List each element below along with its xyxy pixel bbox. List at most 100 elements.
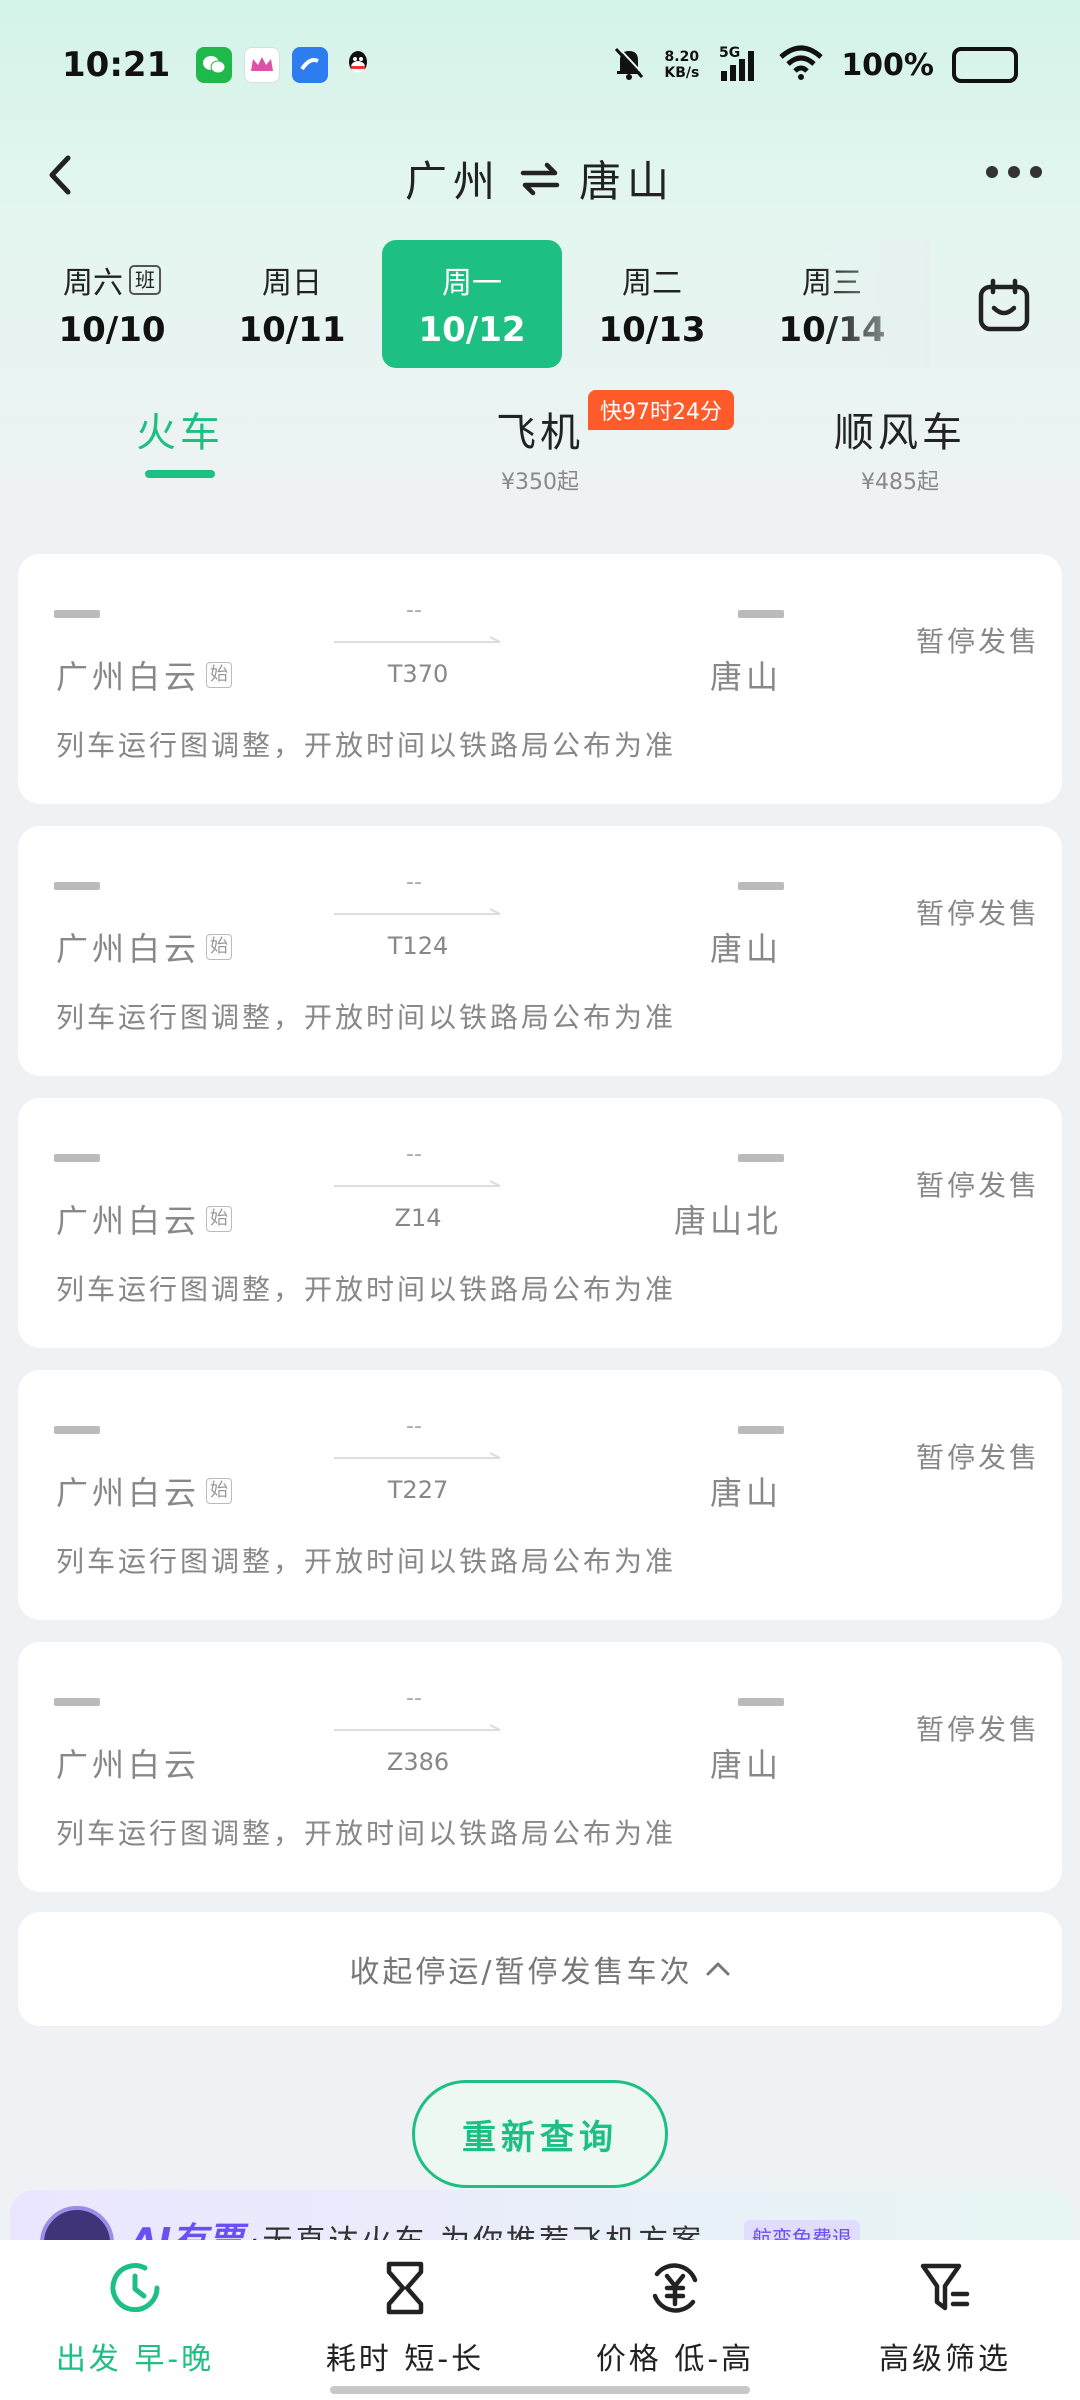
- filter-icon: [920, 2263, 970, 2311]
- date-week: 周日: [262, 266, 322, 301]
- from-station: 广州白云始: [56, 652, 233, 698]
- sort-label: 价格 低-高: [595, 2342, 755, 2377]
- collapse-label: 收起停运/暂停发售车次: [349, 1955, 693, 1990]
- route-arrow-icon: [334, 1452, 501, 1459]
- sale-status: 暂停发售: [916, 897, 1041, 930]
- sort-duration[interactable]: 耗时 短-长: [270, 2240, 540, 2400]
- advanced-filter[interactable]: 高级筛选: [810, 2240, 1080, 2400]
- route-arrow-icon: [334, 636, 501, 643]
- card-note: 列车运行图调整，开放时间以铁路局公布为准: [56, 1273, 677, 1306]
- from-station: 广州白云始: [56, 1468, 233, 1514]
- date-item-selected[interactable]: 周一 10/12: [382, 240, 562, 368]
- from-station: 广州白云始: [56, 1196, 233, 1242]
- crown-app-icon: [244, 47, 281, 83]
- route-title[interactable]: 广州 唐山: [0, 148, 1080, 209]
- sale-status: 暂停发售: [916, 1441, 1041, 1474]
- train-card[interactable]: -- 广州白云始 T370 唐山 暂停发售 列车运行图调整，开放时间以铁路局公布…: [18, 554, 1062, 804]
- ai-assistant-avatar: [40, 2206, 114, 2240]
- tab-ride-share[interactable]: 顺风车 ¥485起: [780, 400, 1020, 496]
- signal-icon: 5G: [717, 43, 761, 87]
- date-item[interactable]: 周日 10/11: [202, 240, 382, 368]
- sort-label: 耗时 短-长: [325, 2342, 485, 2377]
- calendar-icon: [978, 278, 1030, 332]
- card-note: 列车运行图调整，开放时间以铁路局公布为准: [56, 1817, 677, 1850]
- from-station: 广州白云始: [56, 924, 233, 970]
- date-week: 周六: [63, 266, 123, 301]
- clock-icon: [110, 2263, 160, 2313]
- date-day: 10/11: [238, 310, 346, 350]
- bottom-sort-bar: 出发 早-晚 耗时 短-长 价格 低-高 高级筛选: [0, 2240, 1080, 2400]
- arrival-time-placeholder: [738, 882, 784, 890]
- origin-badge: 始: [206, 934, 233, 960]
- train-card[interactable]: -- 广州白云始 T227 唐山 暂停发售 列车运行图调整，开放时间以铁路局公布…: [18, 1370, 1062, 1620]
- more-dot: [1008, 166, 1020, 178]
- train-number: Z386: [386, 1748, 450, 1776]
- ai-tag: 航变免费退: [744, 2220, 860, 2240]
- home-indicator[interactable]: [330, 2386, 750, 2394]
- ai-recommend-banner[interactable]: AI有票 ·无直达火车,为你推荐飞机方案 航变免费退: [10, 2190, 1072, 2240]
- calendar-button[interactable]: [976, 278, 1032, 334]
- more-button[interactable]: [986, 166, 1042, 178]
- train-number: T227: [387, 1476, 449, 1504]
- qq-icon: [340, 47, 376, 83]
- date-item[interactable]: 周六班 10/10: [22, 240, 202, 368]
- date-week: 周一: [442, 266, 502, 301]
- arrival-time-placeholder: [738, 1698, 784, 1706]
- train-card[interactable]: -- 广州白云始 Z14 唐山北 暂停发售 列车运行图调整，开放时间以铁路局公布…: [18, 1098, 1062, 1348]
- sort-departure[interactable]: 出发 早-晚: [0, 2240, 270, 2400]
- status-time: 10:21: [62, 45, 171, 85]
- from-station: 广州白云: [56, 1746, 201, 1784]
- tab-train[interactable]: 火车: [60, 400, 300, 478]
- status-bar: 10:21 8.20 KB/s 5G 100%: [0, 0, 1080, 130]
- faster-badge: 快97时24分: [588, 390, 734, 430]
- date-day: 10/13: [598, 310, 706, 350]
- sort-price[interactable]: 价格 低-高: [540, 2240, 810, 2400]
- sale-status: 暂停发售: [916, 625, 1041, 658]
- route-arrow-icon: [334, 908, 501, 915]
- duration: --: [406, 598, 422, 623]
- date-day: 10/10: [58, 310, 166, 350]
- train-card[interactable]: -- 广州白云始 T124 唐山 暂停发售 列车运行图调整，开放时间以铁路局公布…: [18, 826, 1062, 1076]
- date-item[interactable]: 周二 10/13: [562, 240, 742, 368]
- from-city: 广州: [404, 157, 501, 206]
- date-week: 周二: [622, 266, 682, 301]
- chevron-up-icon: [706, 1962, 730, 1976]
- more-dot: [986, 166, 998, 178]
- requery-button[interactable]: 重新查询: [412, 2080, 668, 2188]
- sale-status: 暂停发售: [916, 1713, 1041, 1746]
- network-type: 5G: [719, 45, 740, 61]
- swap-icon: [520, 162, 560, 195]
- to-station: 唐山: [709, 658, 782, 696]
- duration: --: [406, 870, 422, 895]
- workday-badge: 班: [129, 265, 161, 295]
- tab-label: 火车: [136, 410, 224, 456]
- network-speed: 8.20 KB/s: [664, 49, 700, 81]
- train-number: Z14: [394, 1204, 442, 1232]
- ai-title: AI有票: [130, 2212, 243, 2240]
- card-note: 列车运行图调整，开放时间以铁路局公布为准: [56, 729, 677, 762]
- card-note: 列车运行图调整，开放时间以铁路局公布为准: [56, 1001, 677, 1034]
- duration: --: [406, 1414, 422, 1439]
- route-arrow-icon: [334, 1180, 501, 1187]
- arrival-time-placeholder: [738, 610, 784, 618]
- battery-icon: [952, 47, 1018, 83]
- origin-badge: 始: [206, 662, 233, 688]
- cloud-app-icon: [292, 47, 329, 83]
- card-note: 列车运行图调整，开放时间以铁路局公布为准: [56, 1545, 677, 1578]
- sort-label: 出发 早-晚: [55, 2342, 215, 2377]
- yuan-icon: [652, 2263, 698, 2313]
- origin-badge: 始: [206, 1206, 233, 1232]
- route-header: 广州 唐山: [0, 130, 1080, 220]
- train-card[interactable]: -- 广州白云 Z386 唐山 暂停发售 列车运行图调整，开放时间以铁路局公布为…: [18, 1642, 1062, 1892]
- to-station: 唐山: [709, 930, 782, 968]
- hourglass-icon: [386, 2261, 424, 2315]
- tab-price: ¥485起: [861, 470, 939, 495]
- train-number: T124: [387, 932, 449, 960]
- collapse-suspended-button[interactable]: 收起停运/暂停发售车次: [18, 1912, 1062, 2026]
- to-station: 唐山: [709, 1474, 782, 1512]
- departure-time-placeholder: [54, 1154, 100, 1162]
- arrival-time-placeholder: [738, 1154, 784, 1162]
- to-city: 唐山: [579, 157, 676, 206]
- train-number: T370: [387, 660, 449, 688]
- duration: --: [406, 1142, 422, 1167]
